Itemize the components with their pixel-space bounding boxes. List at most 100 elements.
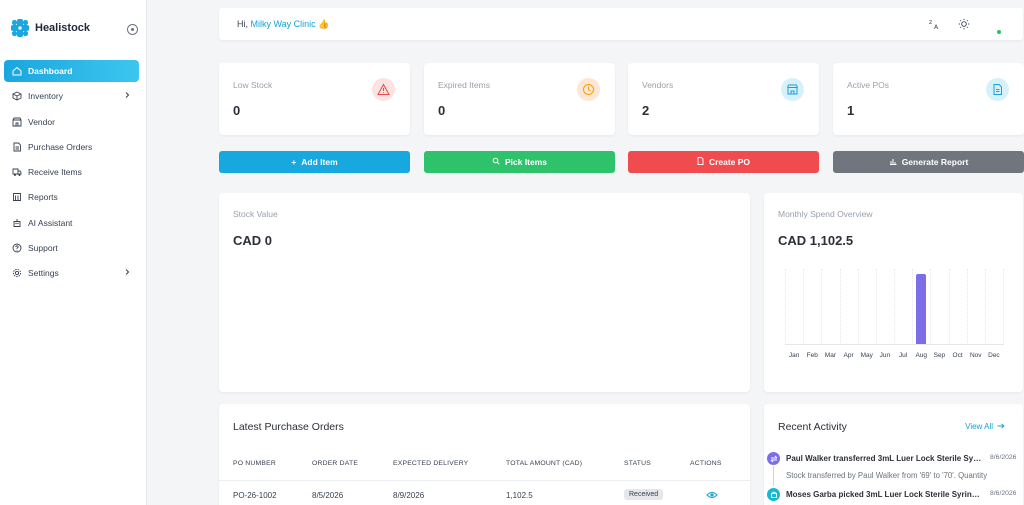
logo-icon — [11, 19, 29, 37]
x-tick-label: Jun — [879, 352, 891, 359]
stat-label: Active POs — [847, 80, 890, 90]
sidebar-item-reports[interactable]: Reports — [4, 186, 139, 208]
store-icon — [11, 116, 22, 127]
sidebar-item-label: Reports — [28, 192, 58, 203]
total-amount-cell: 1,102.5 — [506, 491, 533, 500]
recent-activity-panel: Recent Activity View All Paul Walker tra… — [764, 404, 1023, 505]
recent-activity-title: Recent Activity — [778, 421, 847, 433]
brand-name: Healistock — [35, 22, 91, 34]
stat-value: 0 — [438, 103, 446, 118]
create-po-button[interactable]: Create PO — [628, 151, 819, 173]
collapse-sidebar-button[interactable] — [127, 24, 138, 35]
timeline-line — [773, 466, 774, 486]
chart-gridline — [821, 269, 823, 345]
x-tick-label: Jul — [898, 352, 908, 359]
add-item-button[interactable]: + Add Item — [219, 151, 410, 173]
thumbs-up-emoji: 👍 — [318, 19, 330, 29]
svg-text:z: z — [929, 19, 932, 26]
chart-gridline — [839, 269, 841, 345]
sidebar-item-label: Vendor — [28, 116, 55, 127]
stat-value: 1 — [847, 103, 855, 118]
pick-icon — [767, 488, 780, 501]
chart-gridline — [857, 269, 859, 345]
stat-label: Expired Items — [438, 80, 490, 90]
x-tick-label: Apr — [843, 352, 854, 359]
chart-gridline — [930, 269, 932, 345]
sidebar-item-receive-items[interactable]: Receive Items — [4, 161, 139, 183]
sidebar-nav: Dashboard Inventory Vendor Purchase Orde… — [4, 60, 139, 288]
truck-icon — [11, 167, 22, 178]
home-icon — [11, 66, 22, 77]
sidebar-item-vendor[interactable]: Vendor — [4, 111, 139, 133]
sidebar: Healistock Dashboard Inventory Vendor Pu… — [0, 0, 147, 505]
expected-delivery-cell: 8/9/2026 — [393, 491, 425, 500]
stat-value: 2 — [642, 103, 650, 118]
chart-gridline — [984, 269, 986, 345]
sidebar-item-settings[interactable]: Settings — [4, 262, 139, 284]
x-tick-label: Nov — [969, 352, 982, 359]
help-icon — [11, 243, 22, 254]
chart-gridline — [948, 269, 950, 345]
transfer-icon — [767, 452, 780, 465]
sidebar-item-dashboard[interactable]: Dashboard — [4, 60, 139, 82]
sidebar-item-purchase-orders[interactable]: Purchase Orders — [4, 136, 139, 158]
translate-icon[interactable]: zA — [928, 17, 942, 31]
x-tick-label: Mar — [824, 352, 836, 359]
view-all-link[interactable]: View All — [965, 422, 1005, 431]
button-label: Add Item — [301, 157, 338, 167]
stock-value-label: Stock Value — [233, 209, 278, 219]
stat-card-low-stock: Low Stock 0 — [219, 63, 410, 135]
chart-gridline — [803, 269, 805, 345]
sidebar-item-label: Settings — [28, 268, 59, 279]
monthly-spend-chart: Jan Feb Mar Apr May Jun Jul Aug Sep Oct Nov Dec — [785, 269, 1004, 365]
sidebar-item-label: Dashboard — [28, 66, 73, 76]
stat-card-vendors: Vendors 2 — [628, 63, 819, 135]
sidebar-item-ai-assistant[interactable]: AI Assistant — [4, 212, 139, 234]
x-tick-label: Jan — [788, 352, 800, 359]
store-icon — [781, 78, 804, 101]
column-header-po-number: PO NUMBER — [233, 460, 276, 467]
generate-report-button[interactable]: Generate Report — [833, 151, 1024, 173]
sidebar-item-support[interactable]: Support — [4, 237, 139, 259]
column-header-total-amount: TOTAL AMOUNT (CAD) — [506, 460, 583, 467]
robot-icon — [11, 217, 22, 228]
chevron-right-icon — [123, 91, 131, 101]
monthly-spend-amount: CAD 1,102.5 — [778, 233, 854, 248]
button-label: Pick Items — [504, 157, 548, 167]
stat-label: Vendors — [642, 80, 674, 90]
x-tick-label: Feb — [806, 352, 818, 359]
chart-gridline — [875, 269, 877, 345]
chart-gridline — [1003, 269, 1004, 345]
chart-bar-aug[interactable] — [916, 274, 927, 344]
activity-description: Stock transferred by Paul Walker from '6… — [786, 471, 988, 480]
pick-items-button[interactable]: Pick Items — [424, 151, 615, 173]
stock-value-amount: CAD 0 — [233, 233, 273, 248]
svg-text:A: A — [934, 24, 939, 30]
column-header-order-date: ORDER DATE — [312, 460, 359, 467]
activity-date: 8/6/2026 — [990, 454, 1017, 461]
theme-toggle-icon[interactable] — [957, 17, 971, 31]
sidebar-item-label: Inventory — [28, 91, 63, 102]
warning-icon — [372, 78, 395, 101]
chevron-right-icon — [123, 268, 131, 278]
table-divider — [219, 480, 750, 481]
chart-gridline — [966, 269, 968, 345]
brand[interactable]: Healistock — [10, 18, 90, 38]
stat-card-expired-items: Expired Items 0 — [424, 63, 615, 135]
document-icon — [986, 78, 1009, 101]
purchase-orders-title: Latest Purchase Orders — [233, 421, 344, 433]
clock-icon — [577, 78, 600, 101]
arrow-right-icon — [997, 422, 1005, 431]
gear-icon — [11, 268, 22, 279]
stat-value: 0 — [233, 103, 241, 118]
sidebar-item-inventory[interactable]: Inventory — [4, 85, 139, 107]
sidebar-item-label: AI Assistant — [28, 217, 73, 228]
view-all-label: View All — [965, 422, 993, 431]
chart-gridline — [894, 269, 895, 345]
greeting-prefix: Hi, — [237, 19, 248, 29]
report-icon — [11, 192, 22, 203]
button-label: Generate Report — [901, 157, 969, 167]
chart-plot-area — [785, 269, 1004, 345]
chart-gridline — [785, 269, 786, 345]
view-eye-icon[interactable] — [706, 490, 718, 502]
